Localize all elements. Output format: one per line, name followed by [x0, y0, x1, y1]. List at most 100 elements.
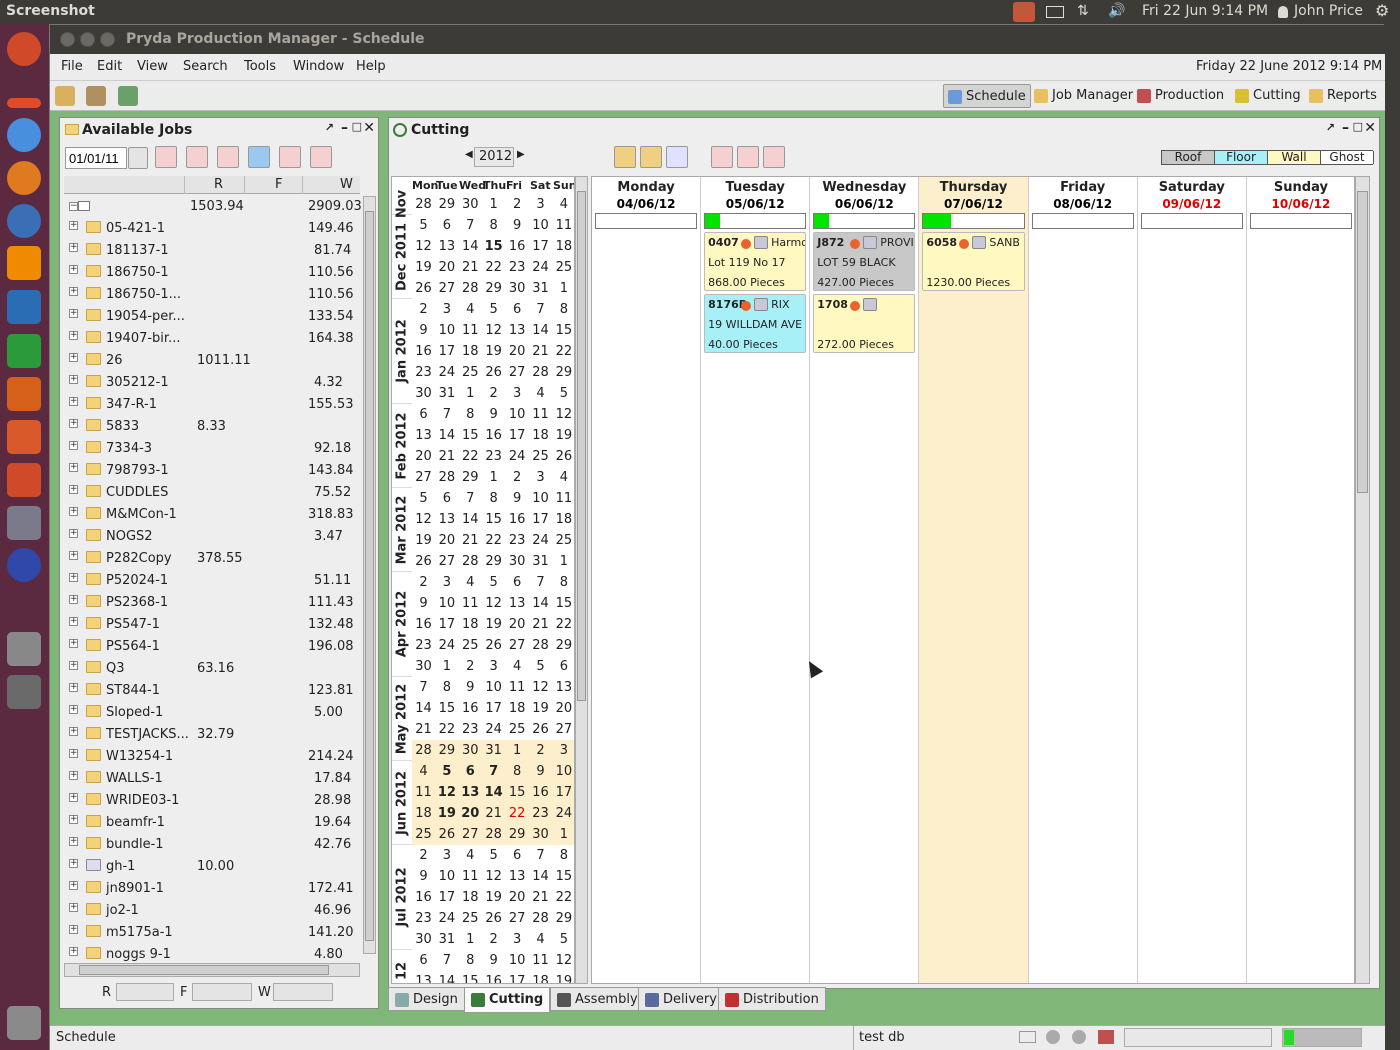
calendar-day[interactable]: 25: [459, 638, 482, 653]
calendar-day[interactable]: 24: [435, 638, 458, 653]
calendar-day[interactable]: 3: [435, 848, 458, 863]
calendar-day[interactable]: 2: [459, 659, 482, 674]
job-row[interactable]: + m5175a-1 141.20: [64, 922, 360, 944]
calendar-day[interactable]: 15: [435, 701, 458, 716]
calendar-day[interactable]: 3: [506, 386, 529, 401]
calendar-day[interactable]: 11: [552, 491, 574, 506]
calendar-day[interactable]: 3: [552, 743, 574, 758]
connection-icon[interactable]: [1072, 1030, 1086, 1044]
job-row[interactable]: +26 1011.11: [64, 350, 360, 372]
calendar-day[interactable]: 20: [506, 890, 529, 905]
calendar-day[interactable]: 25: [412, 827, 435, 842]
calendar-day[interactable]: 16: [459, 701, 482, 716]
calendar-day[interactable]: 27: [435, 281, 458, 296]
calendar-day[interactable]: 30: [459, 197, 482, 212]
calendar-day[interactable]: 16: [506, 239, 529, 254]
expand-icon[interactable]: +: [69, 265, 78, 274]
calendar-day[interactable]: 6: [435, 218, 458, 233]
ubuntu-dash-icon[interactable]: [7, 32, 41, 66]
job-row[interactable]: + NOGS2 3.47: [64, 526, 360, 548]
calendar-day[interactable]: 10: [435, 323, 458, 338]
writer-icon[interactable]: [7, 290, 41, 324]
calendar-day[interactable]: 4: [529, 932, 552, 947]
job-row[interactable]: +05-421-1 149.46: [64, 218, 360, 240]
calendar-day[interactable]: 29: [435, 197, 458, 212]
calendar-day[interactable]: 2: [506, 197, 529, 212]
tab-cutting[interactable]: Cutting: [464, 987, 551, 1013]
calendar-day[interactable]: 24: [506, 449, 529, 464]
tools-wrench-icon[interactable]: [86, 86, 106, 106]
expand-icon[interactable]: +: [69, 727, 78, 736]
calendar-day[interactable]: 30: [412, 386, 435, 401]
job-row[interactable]: +347-R-1 155.53: [64, 394, 360, 416]
calendar-day[interactable]: 6: [506, 575, 529, 590]
calendar-day[interactable]: 28: [412, 197, 435, 212]
calendar-day[interactable]: 17: [435, 344, 458, 359]
calendar-day[interactable]: 19: [482, 617, 505, 632]
calendar-day[interactable]: 11: [529, 953, 552, 968]
nav-job-manager[interactable]: Job Manager: [1030, 84, 1137, 108]
column-w-header[interactable]: W: [340, 177, 353, 192]
calendar-day[interactable]: 8: [552, 575, 574, 590]
calendar-day[interactable]: 1: [552, 827, 574, 842]
calendar-day[interactable]: 3: [482, 659, 505, 674]
calendar-day[interactable]: 5: [482, 575, 505, 590]
day-column-wednesday[interactable]: Wednesday 06/06/12 J872 PROVINC LOT 59 BLACK…: [810, 177, 920, 983]
expand-icon[interactable]: +: [69, 221, 78, 230]
screenshot-camera-icon[interactable]: [7, 632, 41, 666]
calendar-day[interactable]: 3: [435, 302, 458, 317]
job-row[interactable]: + TESTJACKS... 32.79: [64, 724, 360, 746]
calendar-day[interactable]: 26: [552, 449, 574, 464]
calendar-day[interactable]: 24: [552, 806, 574, 821]
calendar-day[interactable]: 17: [506, 974, 529, 983]
calendar-day[interactable]: 14: [435, 428, 458, 443]
calendar-day[interactable]: 8: [459, 953, 482, 968]
job-row[interactable]: + P282Copy 378.55: [64, 548, 360, 570]
job-row[interactable]: + Q3 63.16: [64, 658, 360, 680]
expand-icon[interactable]: +: [69, 903, 78, 912]
calendar-day[interactable]: 30: [459, 743, 482, 758]
job-card[interactable]: 8176R RIX 19 WILLDAM AVE 40.00 Pieces: [704, 294, 807, 353]
calendar-day[interactable]: 9: [482, 953, 505, 968]
calendar-day[interactable]: 12: [529, 680, 552, 695]
tab-distribution[interactable]: Distribution: [718, 987, 826, 1011]
scrollbar-thumb[interactable]: [79, 965, 329, 975]
calendar-day[interactable]: 29: [459, 470, 482, 485]
expand-icon[interactable]: +: [69, 485, 78, 494]
nav-reports[interactable]: Reports: [1305, 84, 1381, 108]
prev-year-icon[interactable]: ◀: [465, 149, 473, 160]
calendar-day[interactable]: 5: [552, 932, 574, 947]
wall-filter-icon[interactable]: [763, 146, 785, 168]
calendar-day[interactable]: 18: [459, 890, 482, 905]
calendar-day[interactable]: 17: [435, 890, 458, 905]
expand-icon[interactable]: +: [69, 837, 78, 846]
calendar-day[interactable]: 4: [459, 302, 482, 317]
calendar-day[interactable]: 9: [506, 218, 529, 233]
calendar-day[interactable]: 12: [482, 596, 505, 611]
calendar-day[interactable]: 9: [412, 323, 435, 338]
expand-icon[interactable]: +: [69, 595, 78, 604]
calendar-day[interactable]: 25: [459, 365, 482, 380]
expand-icon[interactable]: +: [69, 243, 78, 252]
roof-filter-icon[interactable]: [711, 146, 733, 168]
calendar-day[interactable]: 19: [412, 533, 435, 548]
calendar-day[interactable]: 14: [459, 239, 482, 254]
roof-filter-icon[interactable]: [155, 146, 177, 168]
float-panel-icon[interactable]: ↗: [325, 121, 334, 134]
calendar-day[interactable]: 20: [435, 260, 458, 275]
job-card[interactable]: 6058 SANB 1230.00 Pieces: [922, 232, 1025, 291]
calendar-day[interactable]: 13: [506, 869, 529, 884]
calendar-day[interactable]: 21: [435, 449, 458, 464]
calendar-day[interactable]: 2: [506, 470, 529, 485]
menu-edit[interactable]: Edit: [97, 59, 122, 74]
launcher-app-icon[interactable]: [7, 98, 41, 108]
calendar-day[interactable]: 16: [412, 617, 435, 632]
calendar-day[interactable]: 11: [459, 596, 482, 611]
calendar-day[interactable]: 18: [506, 701, 529, 716]
calendar-day[interactable]: 25: [552, 533, 574, 548]
expand-icon[interactable]: +: [69, 309, 78, 318]
calendar-day[interactable]: 27: [459, 827, 482, 842]
calendar-day[interactable]: 9: [482, 407, 505, 422]
calendar-day[interactable]: 13: [459, 785, 482, 800]
calendar-day[interactable]: 18: [552, 512, 574, 527]
